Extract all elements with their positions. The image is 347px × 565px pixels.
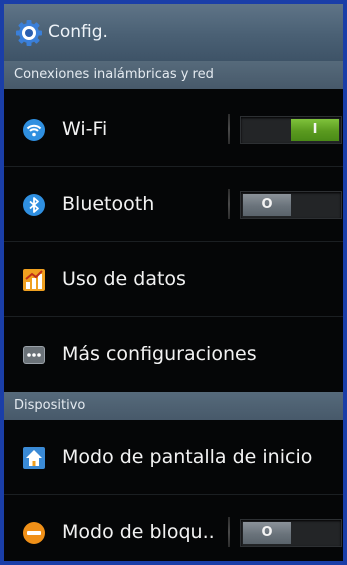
section-header-wireless: Conexiones inalámbricas y red [4, 61, 343, 89]
lock-mode-label: Modo de bloqu.. [62, 521, 215, 543]
toggle-knob: O [243, 522, 291, 544]
section-title-device: Dispositivo [14, 398, 86, 413]
home-screen-label: Modo de pantalla de inicio [62, 446, 313, 468]
toggle-knob: I [291, 119, 339, 141]
action-bar: Config. [4, 4, 343, 62]
block-icon [23, 522, 45, 544]
list-item-wifi[interactable]: Wi-Fi I [4, 92, 343, 166]
wifi-icon [23, 119, 45, 141]
section-header-device: Dispositivo [4, 392, 343, 420]
list-item-bluetooth[interactable]: Bluetooth O [4, 167, 343, 241]
wifi-toggle[interactable]: I [240, 116, 342, 144]
data-usage-icon [23, 269, 45, 291]
divider-vertical [228, 189, 230, 219]
page-title: Config. [48, 22, 108, 42]
home-icon [23, 447, 45, 469]
more-icon [23, 346, 45, 364]
settings-screen: Config. Conexiones inalámbricas y red Wi… [4, 4, 343, 561]
divider-vertical [228, 114, 230, 144]
more-settings-label: Más configuraciones [62, 343, 257, 365]
bluetooth-icon [23, 194, 45, 216]
list-item-lock-mode[interactable]: Modo de bloqu.. O [4, 495, 343, 561]
list-item-home-screen[interactable]: Modo de pantalla de inicio [4, 420, 343, 494]
list-item-data-usage[interactable]: Uso de datos [4, 242, 343, 316]
divider-vertical [228, 517, 230, 547]
gear-icon[interactable] [16, 20, 42, 46]
wifi-label: Wi-Fi [62, 118, 108, 140]
section-title-wireless: Conexiones inalámbricas y red [14, 67, 214, 82]
bluetooth-label: Bluetooth [62, 193, 155, 215]
data-usage-label: Uso de datos [62, 268, 186, 290]
list-item-more-settings[interactable]: Más configuraciones [4, 317, 343, 391]
bluetooth-toggle[interactable]: O [240, 191, 342, 219]
toggle-knob: O [243, 194, 291, 216]
lock-mode-toggle[interactable]: O [240, 519, 342, 547]
